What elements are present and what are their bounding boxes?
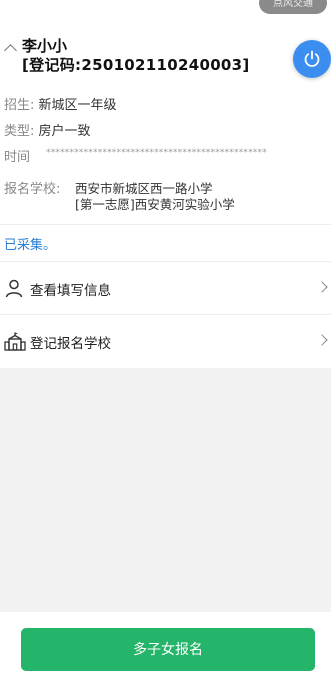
type-row: 类型: 房户一致 — [4, 120, 91, 139]
chevron-right-icon — [316, 281, 328, 293]
bottom-bar: 多子女报名 — [0, 612, 331, 690]
school-icon — [4, 331, 26, 355]
enroll-label: 招生: — [4, 98, 35, 113]
top-strip: 点风交通 — [0, 0, 331, 18]
collected-status: 已采集。 — [4, 238, 57, 253]
school-row: 报名学校: — [4, 178, 60, 197]
corner-pill[interactable]: 点风交通 — [259, 0, 327, 14]
menu-view-info[interactable]: 查看填写信息 — [0, 262, 331, 314]
enroll-row: 招生: 新城区一年级 — [4, 94, 117, 113]
menu-label: 登记报名学校 — [30, 336, 111, 352]
power-icon — [304, 50, 320, 67]
time-row: 时间 — [4, 146, 30, 165]
type-label: 类型: — [4, 124, 35, 139]
collapse-chevron-icon[interactable] — [4, 44, 17, 57]
menu-label: 查看填写信息 — [30, 283, 111, 299]
power-button[interactable] — [293, 40, 331, 78]
divider — [0, 224, 331, 225]
school-label: 报名学校: — [4, 182, 61, 197]
chevron-right-icon — [316, 334, 328, 346]
type-value: 房户一致 — [38, 124, 91, 139]
registration-code: [登记码:250102110240003] — [22, 56, 250, 74]
school-line-2: [第一志愿]西安黄河实验小学 — [75, 197, 235, 212]
user-icon — [4, 278, 24, 302]
student-name: 李小小 — [22, 37, 68, 55]
multi-child-register-button[interactable]: 多子女报名 — [21, 628, 315, 671]
student-card: 李小小 [登记码:250102110240003] 招生: 新城区一年级 类型:… — [0, 18, 331, 368]
menu-register-school[interactable]: 登记报名学校 — [0, 315, 331, 367]
time-value: ****************************************… — [46, 148, 267, 158]
enroll-value: 新城区一年级 — [38, 98, 117, 113]
time-label: 时间 — [4, 150, 31, 165]
